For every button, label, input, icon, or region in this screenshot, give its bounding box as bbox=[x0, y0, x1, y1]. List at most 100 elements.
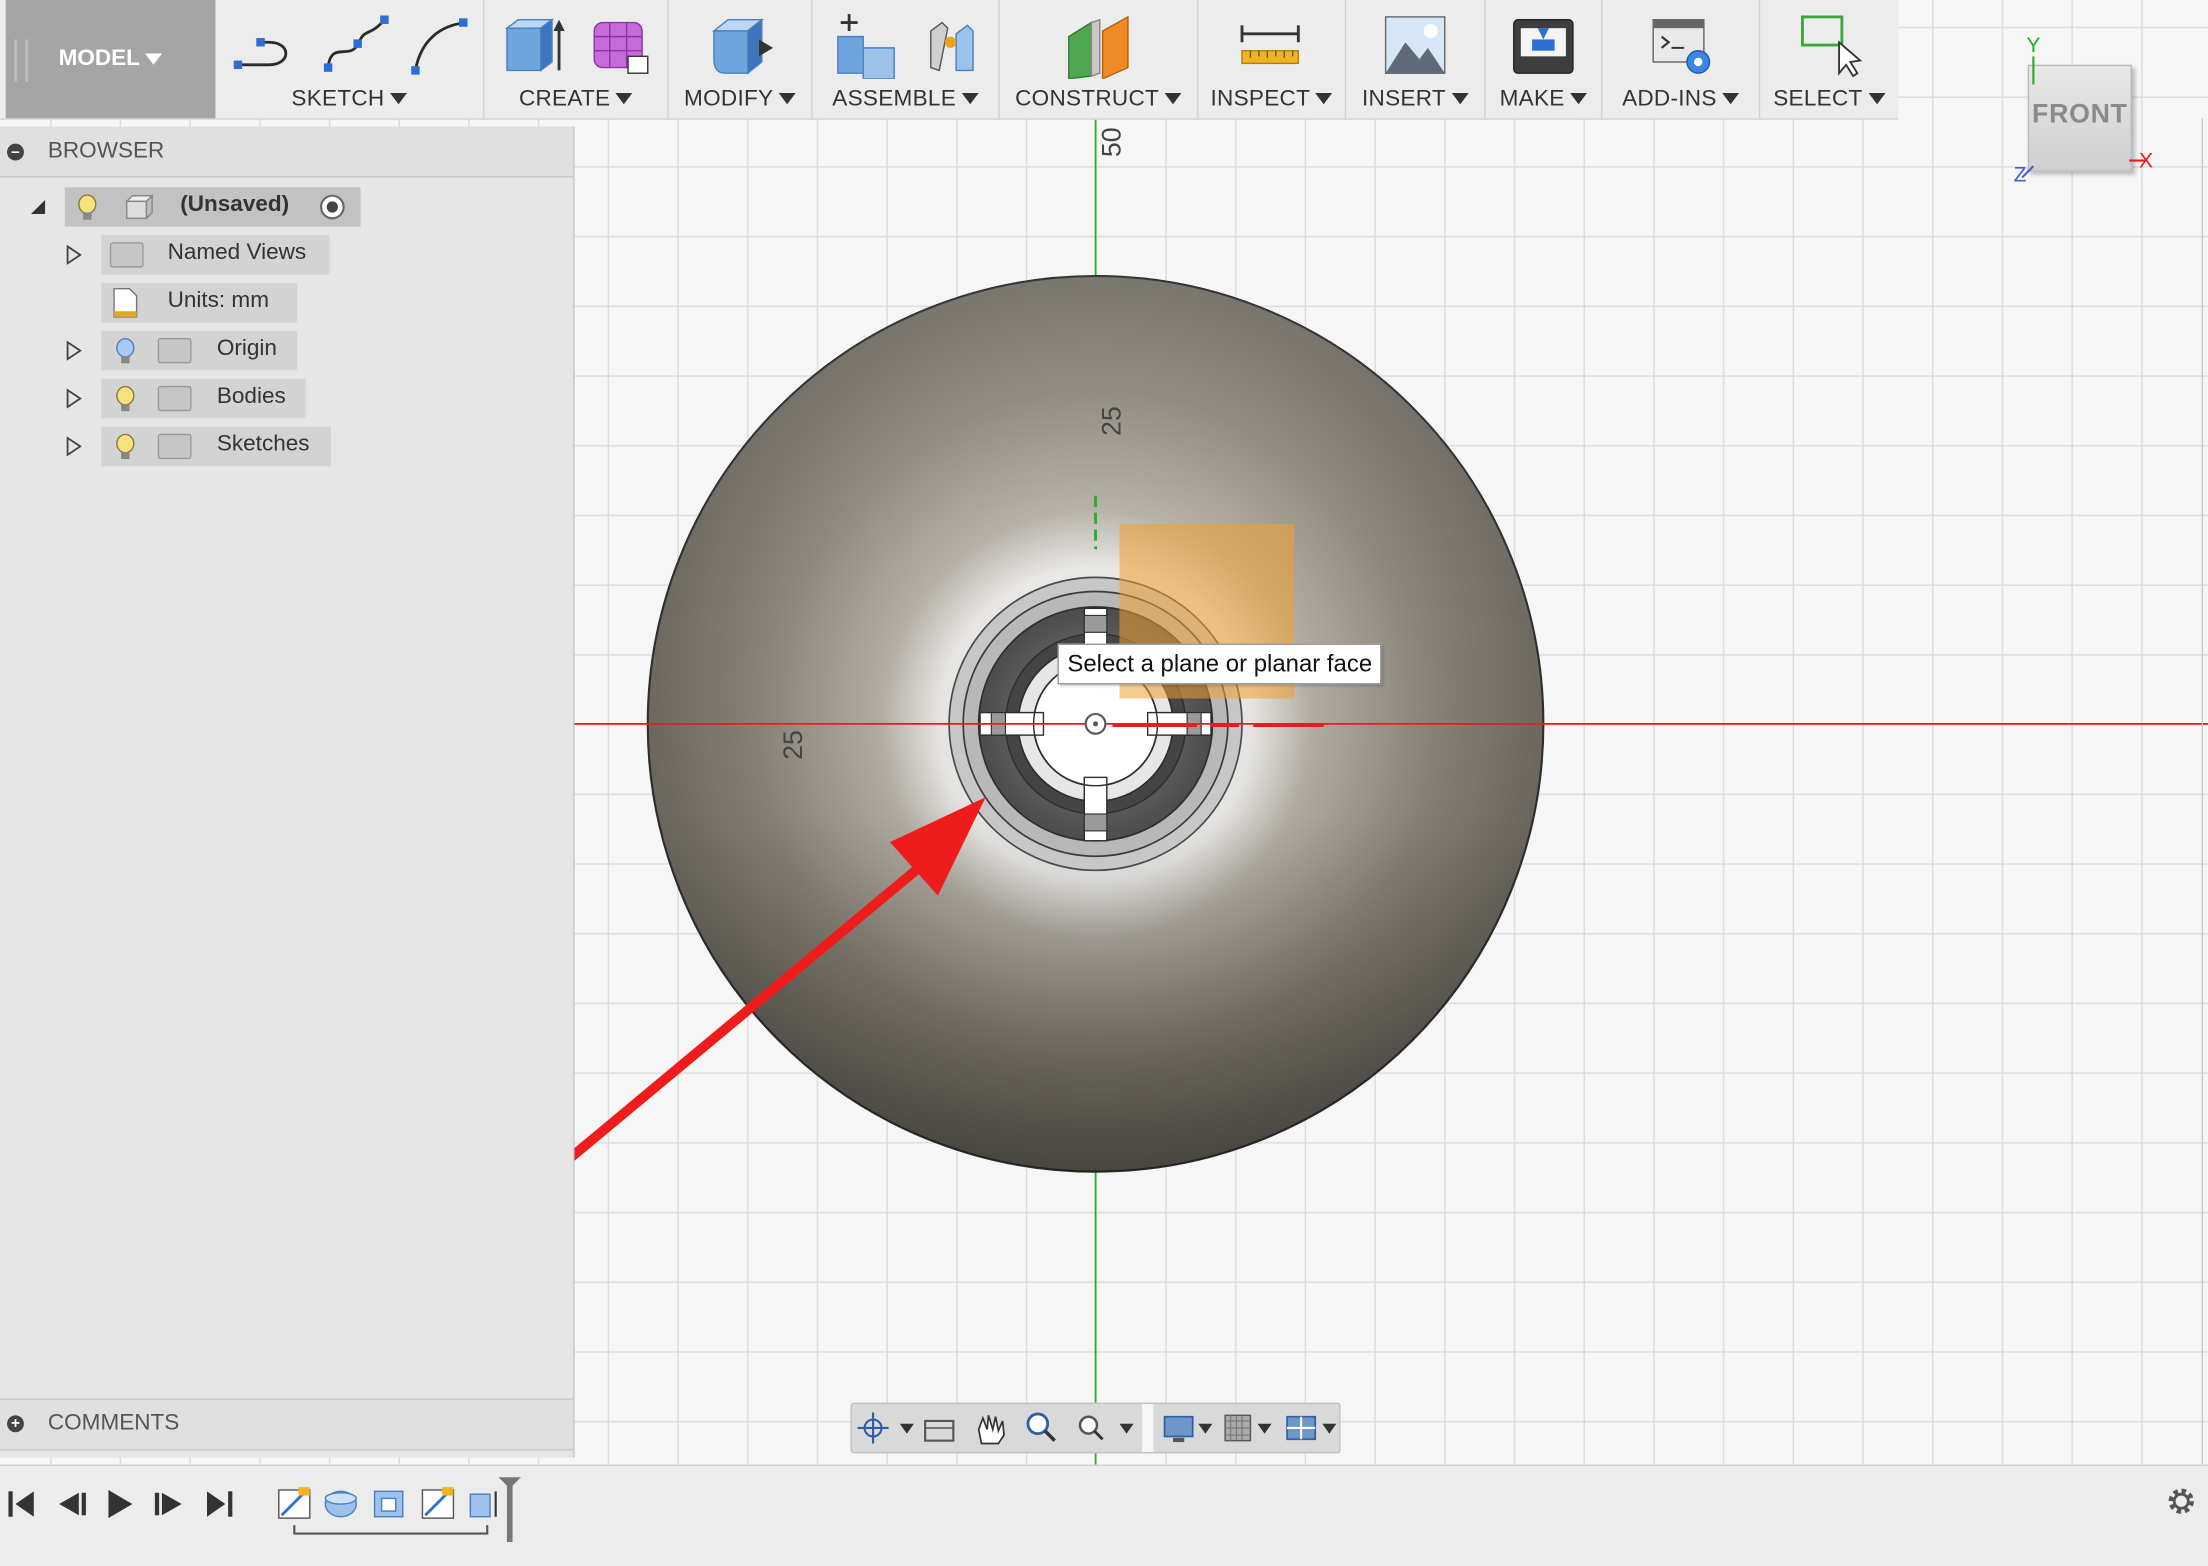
browser-item-origin[interactable]: Origin bbox=[101, 330, 298, 371]
folder-icon bbox=[157, 433, 192, 460]
timeline-revolve-icon[interactable] bbox=[324, 1490, 357, 1518]
main-toolbar: MODEL SKETCH CREATE MODIFY ASSEMBLE CONS… bbox=[0, 0, 1899, 120]
sketches-label: Sketches bbox=[216, 432, 310, 457]
toolbar-group-select[interactable]: SELECT bbox=[1760, 0, 1898, 118]
lightbulb-icon[interactable] bbox=[114, 385, 137, 414]
expand-triangle-icon[interactable] bbox=[65, 245, 82, 265]
grid-settings-icon[interactable] bbox=[1224, 1414, 1272, 1442]
collapse-panel-icon[interactable]: – bbox=[7, 143, 24, 161]
browser-header[interactable]: – BROWSER bbox=[0, 126, 574, 178]
go-to-end-icon[interactable] bbox=[206, 1491, 233, 1517]
lightbulb-off-icon[interactable] bbox=[114, 337, 137, 366]
toolbar-group-add-ins[interactable]: ADD-INS bbox=[1602, 0, 1761, 119]
toolbar-grip-handle[interactable] bbox=[14, 39, 29, 82]
named-views-label: Named Views bbox=[167, 240, 307, 265]
lightbulb-icon[interactable] bbox=[76, 194, 99, 222]
look-at-icon[interactable] bbox=[924, 1419, 955, 1442]
component-icon bbox=[125, 194, 154, 220]
chevron-down-icon bbox=[616, 92, 633, 105]
chevron-down-icon bbox=[961, 92, 979, 105]
timeline-shell-icon[interactable] bbox=[373, 1490, 404, 1518]
sketch-icons bbox=[233, 15, 468, 75]
chevron-down-icon bbox=[1451, 92, 1469, 105]
toolbar-group-create[interactable]: CREATE bbox=[484, 0, 669, 119]
collapse-triangle-icon[interactable] bbox=[28, 197, 48, 217]
expand-triangle-icon[interactable] bbox=[65, 340, 82, 361]
insert-menu-label: INSERT bbox=[1361, 87, 1446, 112]
fusion-app-window: 50 25 25 50 75 Select a plane or planar … bbox=[0, 0, 2208, 1566]
chevron-down-icon bbox=[1722, 92, 1740, 105]
toolbar-group-inspect[interactable]: INSPECT bbox=[1198, 0, 1347, 119]
chevron-down-icon bbox=[1868, 92, 1886, 105]
display-settings-icon[interactable] bbox=[1163, 1415, 1213, 1443]
create-menu-label: CREATE bbox=[518, 87, 611, 112]
modify-menu-label: MODIFY bbox=[684, 87, 774, 112]
inspect-menu-label: INSPECT bbox=[1210, 87, 1311, 112]
go-to-start-icon[interactable] bbox=[8, 1491, 34, 1517]
zoom-window-icon[interactable] bbox=[1078, 1415, 1134, 1441]
expand-triangle-icon[interactable] bbox=[65, 436, 82, 457]
toolbar-group-sketch[interactable]: SKETCH bbox=[215, 0, 485, 119]
comments-panel-header[interactable]: + COMMENTS bbox=[0, 1398, 574, 1451]
step-back-icon[interactable] bbox=[59, 1492, 86, 1516]
chevron-down-icon bbox=[1315, 92, 1333, 105]
play-icon[interactable] bbox=[108, 1489, 133, 1519]
toolbar-group-insert[interactable]: INSERT bbox=[1346, 0, 1486, 119]
timeline-extrude-icon[interactable] bbox=[469, 1491, 497, 1518]
view-cube-y-label: Y bbox=[2026, 33, 2041, 58]
browser-item-bodies[interactable]: Bodies bbox=[101, 378, 306, 419]
folder-icon bbox=[109, 242, 144, 268]
comments-title: COMMENTS bbox=[47, 1411, 180, 1436]
sketch-menu-label: SKETCH bbox=[291, 87, 385, 112]
view-cube-x-label: X bbox=[2138, 149, 2154, 174]
workspace-mode-button[interactable]: MODEL bbox=[5, 0, 216, 119]
timeline-marker-handle[interactable] bbox=[498, 1477, 522, 1543]
measure-icon bbox=[1240, 25, 1300, 65]
construct-menu-label: CONSTRUCT bbox=[1015, 87, 1160, 112]
browser-item-named-views[interactable]: Named Views bbox=[101, 235, 330, 275]
browser-item-sketches[interactable]: Sketches bbox=[101, 426, 331, 467]
folder-icon bbox=[157, 385, 192, 412]
root-label: (Unsaved) bbox=[180, 192, 290, 217]
ruler-label-25-top: 25 bbox=[1097, 406, 1128, 436]
browser-root-node[interactable]: (Unsaved) bbox=[64, 187, 361, 227]
construct-icon bbox=[1068, 15, 1129, 79]
timeline-bar bbox=[0, 1464, 2208, 1566]
view-cube-z-label: Z bbox=[2013, 163, 2027, 188]
units-label: Units: mm bbox=[167, 288, 269, 313]
timeline-sketch-icon-2[interactable] bbox=[421, 1487, 455, 1519]
modify-icon bbox=[711, 18, 774, 75]
pan-hand-icon[interactable] bbox=[977, 1415, 1005, 1445]
make-menu-label: MAKE bbox=[1499, 87, 1565, 112]
document-settings-icon bbox=[113, 287, 138, 318]
chevron-down-icon bbox=[145, 53, 163, 65]
toolbar-group-modify[interactable]: MODIFY bbox=[669, 0, 813, 119]
browser-title: BROWSER bbox=[47, 139, 165, 164]
toolbar-group-construct[interactable]: CONSTRUCT bbox=[1000, 0, 1199, 119]
printer-icon bbox=[1513, 19, 1574, 74]
step-forward-icon[interactable] bbox=[154, 1492, 182, 1516]
toolbar-group-make[interactable]: MAKE bbox=[1486, 0, 1603, 119]
assemble-menu-label: ASSEMBLE bbox=[832, 87, 957, 112]
gear-icon[interactable] bbox=[2163, 1483, 2200, 1520]
timeline-sketch-icon[interactable] bbox=[278, 1487, 311, 1519]
expand-triangle-icon[interactable] bbox=[65, 388, 82, 409]
viewports-icon[interactable] bbox=[1286, 1415, 1337, 1441]
browser-item-units[interactable]: Units: mm bbox=[101, 283, 298, 323]
zoom-icon[interactable] bbox=[1026, 1412, 1056, 1442]
origin-label: Origin bbox=[216, 336, 277, 361]
chevron-down-icon bbox=[779, 92, 796, 105]
activate-radio-icon[interactable] bbox=[318, 193, 346, 221]
ruler-label-25-left: 25 bbox=[779, 730, 810, 760]
expand-panel-icon[interactable]: + bbox=[7, 1415, 24, 1433]
ruler-label-50-top: 50 bbox=[1097, 127, 1128, 158]
orbit-icon[interactable] bbox=[857, 1412, 914, 1444]
workspace-mode-label: MODEL bbox=[58, 46, 140, 71]
add-ins-menu-label: ADD-INS bbox=[1622, 87, 1717, 112]
select-icon bbox=[1801, 15, 1863, 78]
chevron-down-icon bbox=[390, 92, 408, 105]
toolbar-group-assemble[interactable]: ASSEMBLE bbox=[813, 0, 1000, 119]
chevron-down-icon bbox=[1570, 92, 1588, 105]
lightbulb-icon[interactable] bbox=[114, 433, 137, 462]
bodies-label: Bodies bbox=[216, 384, 286, 409]
